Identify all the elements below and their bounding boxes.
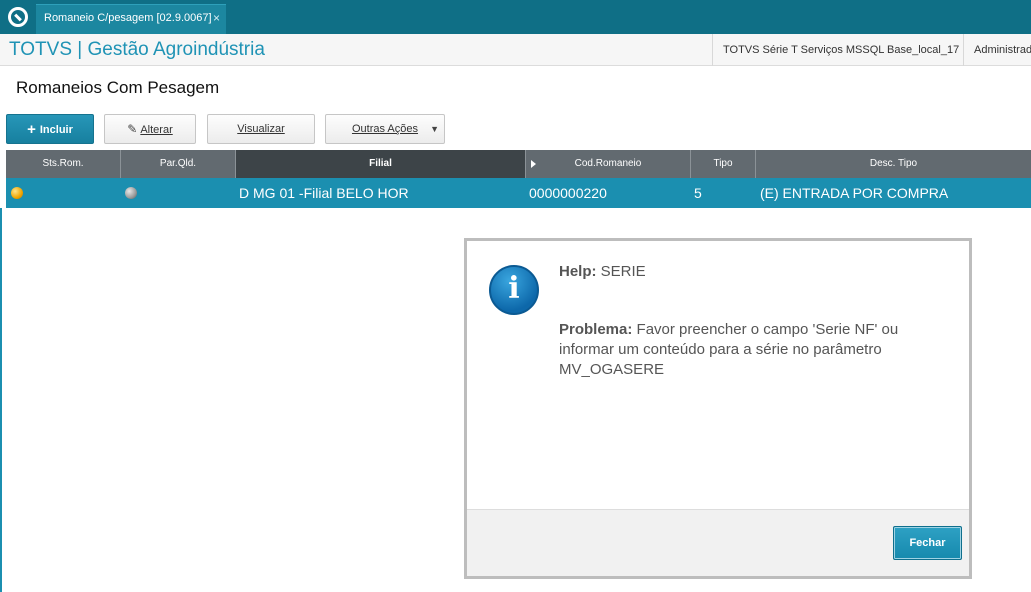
cell-desc-tipo: (E) ENTRADA POR COMPRA [760, 185, 949, 201]
alterar-button[interactable]: ✎ Alterar [104, 114, 196, 144]
problem-text: Problema: Favor preencher o campo 'Serie… [559, 320, 949, 380]
outras-acoes-label: Outras Ações [351, 123, 419, 135]
page-title: Romaneios Com Pesagem [16, 78, 220, 97]
cell-filial: D MG 01 -Filial BELO HOR [239, 185, 409, 201]
column-sts-rom[interactable]: Sts.Rom. [6, 150, 121, 178]
user-name[interactable]: Administrador [963, 34, 1031, 66]
help-value: SERIE [600, 263, 646, 280]
incluir-label: Incluir [39, 124, 73, 136]
tab-title: Romaneio C/pesagem [02.9.0067] [44, 12, 212, 24]
tab-romaneio[interactable]: Romaneio C/pesagem [02.9.0067] × [36, 4, 226, 34]
column-cod-romaneio[interactable]: Cod.Romaneio [526, 150, 691, 178]
app-header: TOTVS | Gestão Agroindústria TOTVS Série… [0, 34, 1031, 66]
help-label: Help: [559, 263, 597, 280]
fechar-button[interactable]: Fechar [893, 526, 962, 560]
cell-tipo: 5 [694, 185, 702, 201]
quality-gray-icon [125, 187, 137, 199]
column-par-qld[interactable]: Par.Qld. [121, 150, 236, 178]
column-desc-tipo[interactable]: Desc. Tipo [756, 150, 1031, 178]
grid-header: Sts.Rom. Par.Qld. Filial Cod.Romaneio Ti… [6, 150, 1031, 178]
dialog-footer: Fechar [467, 509, 969, 576]
column-filial[interactable]: Filial [236, 150, 526, 178]
incluir-button[interactable]: + Incluir [6, 114, 94, 144]
pencil-icon: ✎ [127, 122, 138, 136]
visualizar-button[interactable]: Visualizar [207, 114, 315, 144]
alterar-label: Alterar [140, 124, 173, 136]
problem-label: Problema: [559, 321, 633, 338]
totvs-logo-icon[interactable] [8, 7, 28, 27]
chevron-down-icon: ▼ [430, 124, 439, 134]
plus-icon: + [27, 121, 36, 138]
info-glyph: i [508, 271, 520, 306]
cell-cod-romaneio: 0000000220 [529, 185, 607, 201]
table-row[interactable]: D MG 01 -Filial BELO HOR 0000000220 5 (E… [6, 178, 1031, 208]
outras-acoes-button[interactable]: Outras Ações ▼ [325, 114, 445, 144]
status-orange-icon [11, 187, 23, 199]
left-divider [0, 208, 2, 592]
app-brand: TOTVS | Gestão Agroindústria [9, 39, 265, 60]
help-line: Help: SERIE [559, 263, 646, 280]
environment-info[interactable]: TOTVS Série T Serviços MSSQL Base_local_… [712, 34, 959, 66]
top-bar: Romaneio C/pesagem [02.9.0067] × [0, 0, 1031, 34]
info-icon: i [489, 265, 539, 315]
help-dialog: i Help: SERIE Problema: Favor preencher … [464, 238, 972, 579]
column-tipo[interactable]: Tipo [691, 150, 756, 178]
visualizar-label: Visualizar [237, 123, 285, 135]
close-tab-icon[interactable]: × [213, 5, 220, 31]
